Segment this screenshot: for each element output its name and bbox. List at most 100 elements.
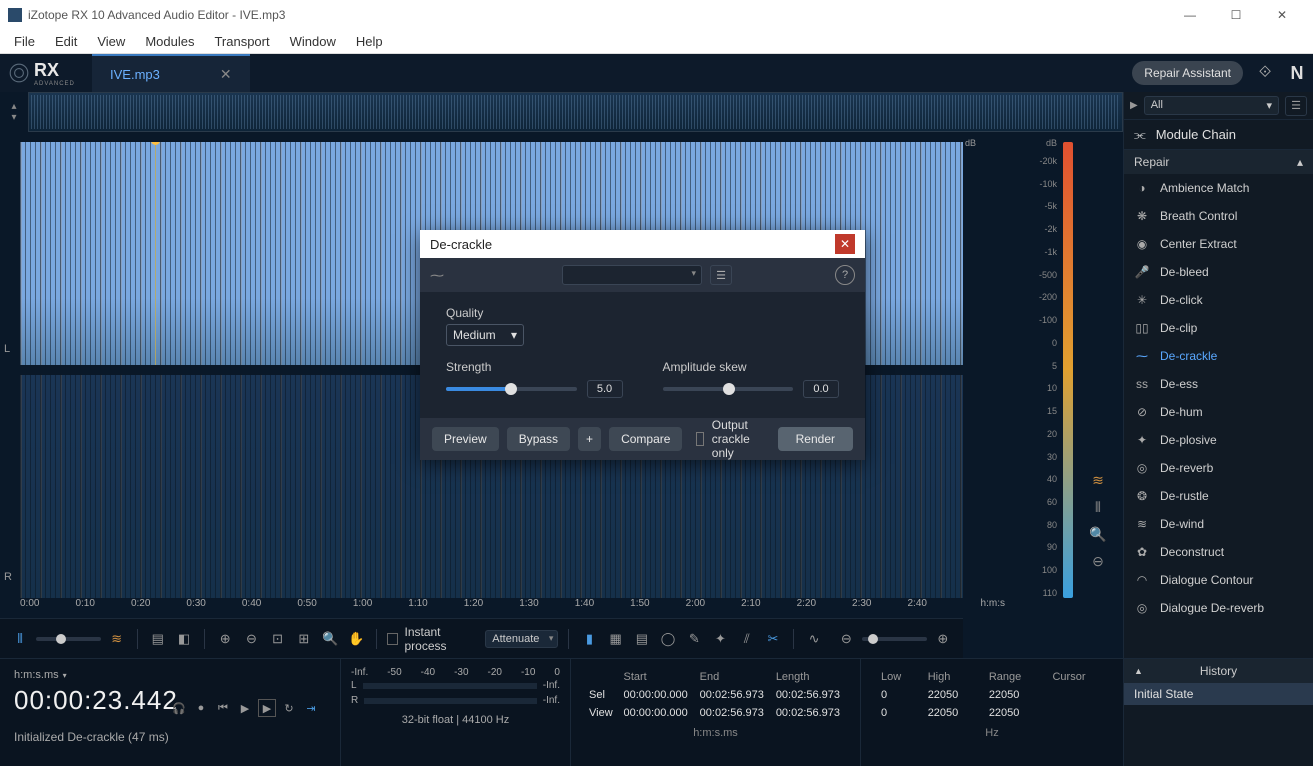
file-tab[interactable]: IVE.mp3 ✕	[92, 54, 250, 92]
sel-len[interactable]: 00:02:56.973	[772, 687, 846, 703]
module-breath-control[interactable]: ❋Breath Control	[1124, 202, 1313, 230]
tf-sel-icon[interactable]: ▦	[606, 628, 626, 650]
headphones-icon[interactable]: 🎧	[170, 699, 188, 717]
view-len[interactable]: 00:02:56.973	[772, 705, 846, 721]
bypass-button[interactable]: Bypass	[507, 427, 570, 451]
module-de-ess[interactable]: ssDe-ess	[1124, 370, 1313, 398]
output-crackle-checkbox[interactable]	[696, 432, 703, 446]
playhead[interactable]	[155, 142, 156, 365]
module-de-hum[interactable]: ⊘De-hum	[1124, 398, 1313, 426]
freq-low[interactable]: 0	[875, 687, 920, 703]
add-button[interactable]: +	[578, 427, 601, 451]
overview-waveform[interactable]	[28, 92, 1123, 132]
brand-n-icon[interactable]: N	[1284, 60, 1310, 86]
sel-start[interactable]: 00:00:00.000	[620, 687, 694, 703]
brush-icon[interactable]: ✎	[684, 628, 704, 650]
menu-modules[interactable]: Modules	[135, 32, 204, 51]
module-de-plosive[interactable]: ✦De-plosive	[1124, 426, 1313, 454]
menu-help[interactable]: Help	[346, 32, 393, 51]
module-dialogue-de-reverb[interactable]: ◎Dialogue De-reverb	[1124, 594, 1313, 622]
curve-icon[interactable]: ∿	[804, 628, 824, 650]
wand-icon[interactable]: ✦	[710, 628, 730, 650]
zoom-sel-icon[interactable]: ⊡	[268, 628, 288, 650]
module-de-reverb[interactable]: ◎De-reverb	[1124, 454, 1313, 482]
mode-waveform-icon[interactable]: ≋	[1092, 472, 1104, 489]
markers-icon[interactable]: ◧	[174, 628, 194, 650]
module-de-clip[interactable]: ▯▯De-clip	[1124, 314, 1313, 342]
module-chain-row[interactable]: ⫘ Module Chain	[1124, 120, 1313, 150]
freq-range2[interactable]: 22050	[983, 705, 1045, 721]
time-format-select[interactable]: h:m:s.ms	[14, 669, 326, 681]
module-ambience-match[interactable]: ◑Ambience Match	[1124, 174, 1313, 202]
dialog-close-button[interactable]: ✕	[835, 234, 855, 254]
history-header[interactable]: ▲History	[1124, 659, 1313, 683]
time-sel-icon[interactable]: ▮	[579, 628, 599, 650]
zoom-in-icon[interactable]: 🔍	[1089, 526, 1106, 543]
zoom-slider[interactable]	[862, 637, 926, 641]
grab-icon[interactable]: ✋	[346, 628, 366, 650]
loop-icon[interactable]: ↻	[280, 699, 298, 717]
module-de-click[interactable]: ✳De-click	[1124, 286, 1313, 314]
play-icon[interactable]: ▶	[236, 699, 254, 717]
render-button[interactable]: Render	[778, 427, 853, 451]
module-center-extract[interactable]: ◉Center Extract	[1124, 230, 1313, 258]
deselect-icon[interactable]: ✂	[763, 628, 783, 650]
menu-transport[interactable]: Transport	[204, 32, 279, 51]
overview-controls[interactable]: ▴▾	[0, 92, 28, 132]
module-de-wind[interactable]: ≋De-wind	[1124, 510, 1313, 538]
module-de-bleed[interactable]: 🎤De-bleed	[1124, 258, 1313, 286]
dialog-titlebar[interactable]: De-crackle ✕	[420, 230, 865, 258]
menu-window[interactable]: Window	[280, 32, 346, 51]
sidebar-play-icon[interactable]: ▶	[1130, 100, 1138, 111]
module-dialogue-contour[interactable]: ◠Dialogue Contour	[1124, 566, 1313, 594]
freq-range[interactable]: 22050	[983, 687, 1045, 703]
menu-view[interactable]: View	[87, 32, 135, 51]
harmonic-icon[interactable]: ⫽	[737, 628, 757, 650]
skew-value[interactable]: 0.0	[803, 380, 839, 398]
module-filter-select[interactable]: All▾	[1144, 96, 1279, 115]
instant-process-checkbox[interactable]	[387, 633, 398, 645]
skew-slider[interactable]	[663, 387, 794, 391]
strength-value[interactable]: 5.0	[587, 380, 623, 398]
record-icon[interactable]: ●	[192, 699, 210, 717]
rewind-icon[interactable]: ⏮	[214, 699, 232, 717]
sidebar-section-repair[interactable]: Repair▴	[1124, 150, 1313, 174]
menu-file[interactable]: File	[4, 32, 45, 51]
compare-button[interactable]: Compare	[609, 427, 682, 451]
zoom-fit-icon[interactable]: ⊞	[294, 628, 314, 650]
preset-menu-icon[interactable]: ☰	[710, 265, 732, 285]
module-de-crackle[interactable]: ⁓De-crackle	[1124, 342, 1313, 370]
follow-icon[interactable]: ⇥	[302, 699, 320, 717]
strength-slider[interactable]	[446, 387, 577, 391]
waveform-view-icon[interactable]: ⫴	[10, 628, 30, 650]
freq-high2[interactable]: 22050	[922, 705, 981, 721]
zoom-out2-icon[interactable]: ⊖	[836, 628, 856, 650]
view-start[interactable]: 00:00:00.000	[620, 705, 694, 721]
zoom-out-icon[interactable]: ⊖	[241, 628, 261, 650]
opacity-slider[interactable]	[36, 637, 100, 641]
view-end[interactable]: 00:02:56.973	[696, 705, 770, 721]
spectro-view-icon[interactable]: ≋	[107, 628, 127, 650]
sidebar-menu-icon[interactable]: ☰	[1285, 96, 1307, 116]
maximize-button[interactable]: ☐	[1213, 0, 1259, 30]
minimize-button[interactable]: —	[1167, 0, 1213, 30]
tab-close-icon[interactable]: ✕	[220, 66, 232, 83]
menu-edit[interactable]: Edit	[45, 32, 87, 51]
module-de-rustle[interactable]: ❂De-rustle	[1124, 482, 1313, 510]
lasso-icon[interactable]: ◯	[658, 628, 678, 650]
zoom-tool-icon[interactable]: 🔍	[320, 628, 340, 650]
freq-low2[interactable]: 0	[875, 705, 920, 721]
preview-button[interactable]: Preview	[432, 427, 499, 451]
process-mode-select[interactable]: Attenuate	[485, 630, 558, 648]
zoom-in2-icon[interactable]: ⊕	[933, 628, 953, 650]
zoom-in-icon[interactable]: ⊕	[215, 628, 235, 650]
close-button[interactable]: ✕	[1259, 0, 1305, 30]
freq-sel-icon[interactable]: ▤	[632, 628, 652, 650]
preset-select[interactable]	[562, 265, 702, 285]
freq-high[interactable]: 22050	[922, 687, 981, 703]
timeline-ruler[interactable]: 0:000:100:200:300:400:501:001:101:201:30…	[20, 598, 963, 614]
zoom-out-icon[interactable]: ⊖	[1092, 553, 1104, 570]
history-item[interactable]: Initial State	[1124, 683, 1313, 705]
sel-end[interactable]: 00:02:56.973	[696, 687, 770, 703]
play-sel-icon[interactable]: ▶	[258, 699, 276, 717]
